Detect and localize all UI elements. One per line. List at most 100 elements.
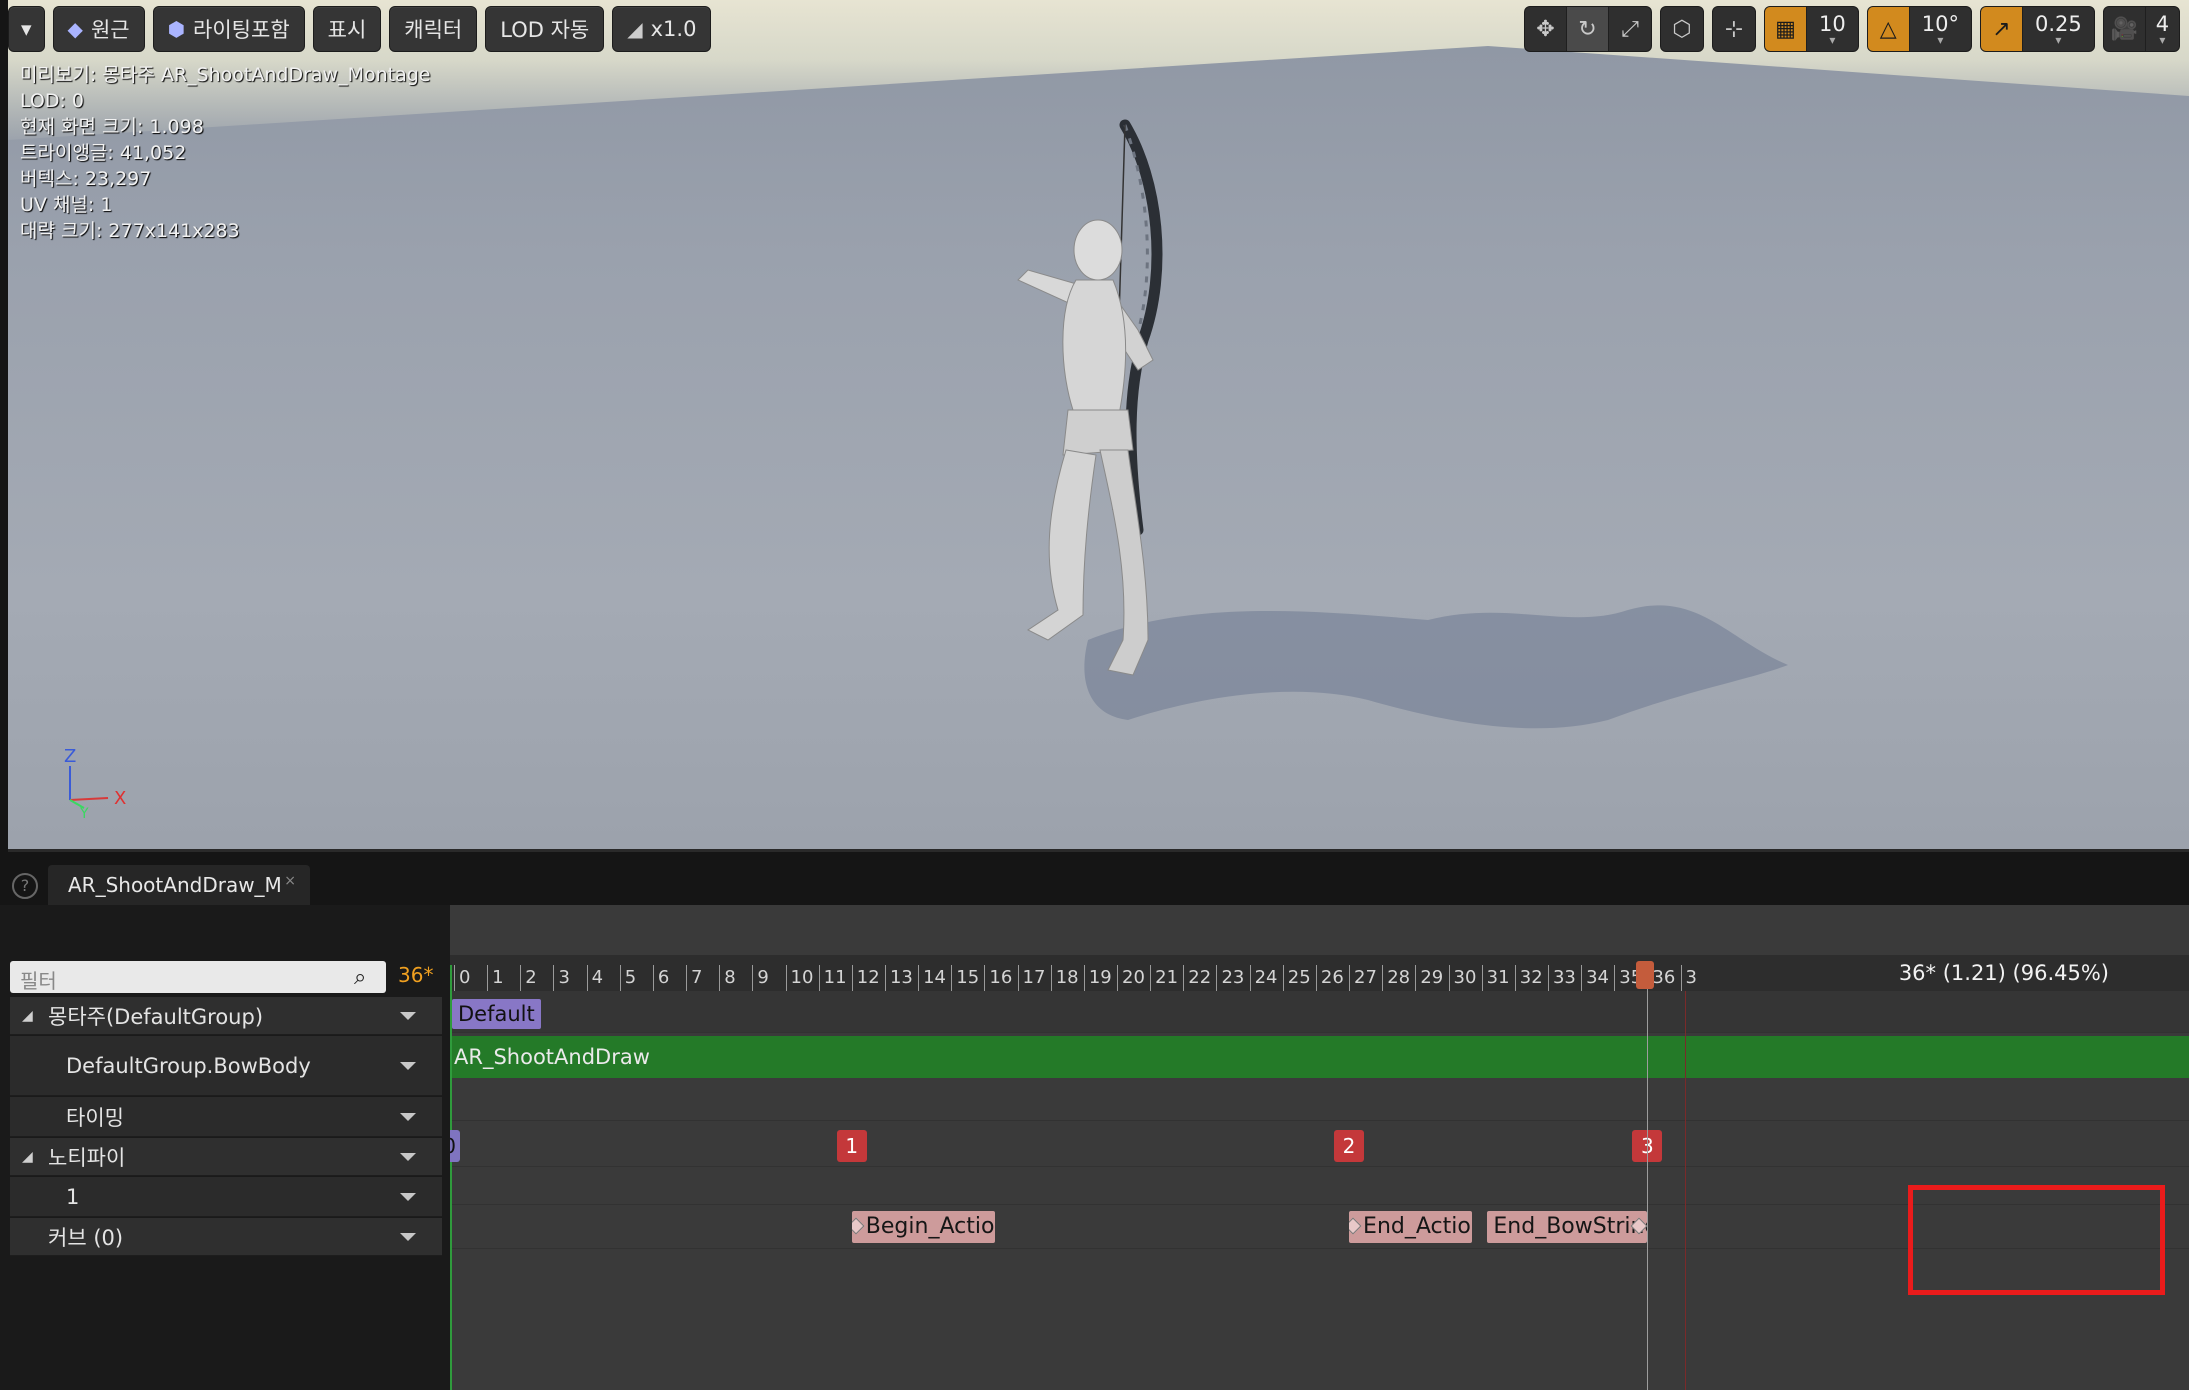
grid-icon[interactable]: ▦ xyxy=(1765,7,1807,51)
track-row-curves[interactable]: 커브 (0) xyxy=(10,1218,442,1256)
timeline-status: 36* (1.21) (96.45%) xyxy=(1894,961,2113,985)
ruler-tick-label: 24 xyxy=(1254,967,1278,988)
track-label: 1 xyxy=(66,1184,80,1209)
timing-marker[interactable]: 2 xyxy=(1334,1130,1365,1162)
ruler-tick xyxy=(652,965,654,991)
ruler-tick xyxy=(951,965,953,991)
close-icon[interactable]: × xyxy=(284,873,296,889)
expand-triangle-icon[interactable]: ◢ xyxy=(22,1149,33,1165)
expand-triangle-icon[interactable]: ◢ xyxy=(22,1008,33,1024)
scale-icon[interactable]: ⤢ xyxy=(1609,7,1651,51)
ruler-tick xyxy=(752,965,754,991)
chevron-down-icon[interactable] xyxy=(400,1152,416,1161)
ruler-tick xyxy=(520,965,522,991)
search-icon[interactable]: ⌕ xyxy=(354,965,382,991)
rotation-snap-icon[interactable]: △ xyxy=(1867,7,1910,51)
rotation-snap-value[interactable]: 10° ▾ xyxy=(1910,7,1971,51)
timing-marker[interactable]: 1 xyxy=(836,1130,867,1162)
anim-segment[interactable]: AR_ShootAndDraw xyxy=(450,1036,2189,1078)
lighting-button[interactable]: ⬢ 라이팅포함 xyxy=(152,6,305,52)
ruler-tick-label: 15 xyxy=(956,967,980,988)
notify-event[interactable]: Begin_Action xyxy=(851,1211,995,1243)
help-icon[interactable]: ? xyxy=(12,873,38,899)
viewport-options-button[interactable]: ▾ xyxy=(8,6,45,52)
playhead-handle[interactable] xyxy=(1636,961,1655,989)
timing-marker[interactable]: 0 xyxy=(450,1130,460,1162)
current-frame-count: 36* xyxy=(398,963,434,987)
rotate-icon[interactable]: ↻ xyxy=(1567,7,1609,51)
world-space-icon[interactable]: ⬡ xyxy=(1661,7,1703,51)
track-label: 타이밍 xyxy=(66,1105,124,1130)
ruler-tick xyxy=(1382,965,1384,991)
track-row-slot[interactable]: DefaultGroup.BowBody xyxy=(10,1036,442,1096)
track-row-montage[interactable]: ◢ 몽타주(DefaultGroup) xyxy=(10,997,442,1035)
axis-z-label: Z xyxy=(64,748,76,767)
stat-vertices: 버텍스: 23,297 xyxy=(20,168,152,190)
show-button[interactable]: 표시 xyxy=(312,6,382,52)
track-row-timing[interactable]: 타이밍 xyxy=(10,1097,442,1137)
notify-diamond-icon[interactable] xyxy=(851,1217,865,1235)
perspective-label: 원근 xyxy=(90,18,130,42)
ruler-tick-label: 25 xyxy=(1287,967,1311,988)
track-row-notify-1[interactable]: 1 xyxy=(10,1177,442,1217)
chevron-down-icon[interactable] xyxy=(400,1192,416,1201)
viewport[interactable]: ▾ ◆ 원근 ⬢ 라이팅포함 표시 캐릭터 LOD 자동 ◢ x1.0 ✥ ↻ … xyxy=(8,0,2189,852)
notify-event[interactable]: End_BowString xyxy=(1487,1211,1648,1243)
ruler-tick xyxy=(984,965,986,991)
ruler-tick-label: 8 xyxy=(724,967,736,988)
viewport-stats: 미리보기: 몽타주 AR_ShootAndDraw_Montage LOD: 0… xyxy=(20,62,430,244)
ruler-tick xyxy=(1349,965,1351,991)
ruler-tick xyxy=(1680,965,1682,991)
stat-triangles: 트라이앵글: 41,052 xyxy=(20,142,187,164)
play-rate-icon: ◢ xyxy=(627,17,643,41)
camera-speed-value[interactable]: 4 ▾ xyxy=(2146,7,2179,51)
notify-label: End_BowString xyxy=(1493,1214,1648,1239)
track-outliner: 필터 ⌕ 36* ◢ 몽타주(DefaultGroup) DefaultGrou… xyxy=(10,905,442,1390)
stat-preview: 미리보기: 몽타주 AR_ShootAndDraw_Montage xyxy=(20,64,431,86)
notify-event[interactable]: End_Action xyxy=(1349,1211,1473,1243)
chevron-down-icon[interactable] xyxy=(400,1112,416,1121)
translate-icon[interactable]: ✥ xyxy=(1525,7,1567,51)
ruler-tick xyxy=(1249,965,1251,991)
scale-snap-icon[interactable]: ↗ xyxy=(1980,7,2023,51)
camera-speed-group: 🎥 4 ▾ xyxy=(2102,6,2181,52)
ruler-tick-label: 3 xyxy=(558,967,570,988)
camera-icon[interactable]: 🎥 xyxy=(2104,7,2146,51)
filter-input[interactable]: 필터 xyxy=(10,961,386,993)
chevron-down-icon[interactable] xyxy=(400,1061,416,1070)
notify-diamond-icon[interactable] xyxy=(1349,1217,1362,1235)
transform-mode-group: ✥ ↻ ⤢ xyxy=(1524,6,1652,52)
ruler-tick xyxy=(1117,965,1118,991)
ruler-tick xyxy=(1547,965,1549,991)
surface-snap-icon[interactable]: ⊹ xyxy=(1713,7,1755,51)
grid-snap-value[interactable]: 10 ▾ xyxy=(1807,7,1858,51)
ruler-tick-label: 10 xyxy=(790,967,814,988)
perspective-button[interactable]: ◆ 원근 xyxy=(52,6,145,52)
ruler-tick-label: 26 xyxy=(1320,967,1344,988)
ruler-tick-label: 21 xyxy=(1155,967,1179,988)
axis-x-label: X xyxy=(114,788,126,809)
highlight-box xyxy=(1908,1185,2165,1295)
character-mannequin[interactable] xyxy=(988,110,1448,730)
ruler-tick xyxy=(619,965,621,991)
start-line xyxy=(450,965,452,1390)
ruler-tick-label: 2 xyxy=(525,967,537,988)
section-chip-default[interactable]: Default xyxy=(452,999,541,1029)
track-label: 커브 (0) xyxy=(48,1225,124,1250)
chevron-down-icon[interactable] xyxy=(400,1232,416,1241)
axis-y-label: Y xyxy=(79,806,89,818)
ruler-tick-label: 22 xyxy=(1188,967,1212,988)
ruler-tick-label: 30 xyxy=(1453,967,1477,988)
chevron-down-icon[interactable] xyxy=(400,1011,416,1020)
tab-bar: ? AR_ShootAndDraw_M × xyxy=(0,855,2189,905)
ruler-tick xyxy=(487,965,489,991)
viewport-toolbar-right: ✥ ↻ ⤢ ⬡ ⊹ ▦ 10 ▾ △ 10° ▾ ↗ 0.25 ▾ 🎥 4 ▾ xyxy=(1524,6,2181,52)
tab-montage[interactable]: AR_ShootAndDraw_M × xyxy=(48,865,310,905)
timeline-area[interactable]: 0 1 2 3 4 5 6 7 8 9 10 11 12 13 14 15 16 17 18 19 20 21 22 23 24… xyxy=(450,905,2189,1390)
character-button[interactable]: 캐릭터 xyxy=(389,6,478,52)
ruler-tick xyxy=(719,965,721,991)
lod-button[interactable]: LOD 자동 xyxy=(485,6,605,52)
scale-snap-value[interactable]: 0.25 ▾ xyxy=(2023,7,2094,51)
track-row-notifies[interactable]: ◢ 노티파이 xyxy=(10,1138,442,1176)
play-rate-button[interactable]: ◢ x1.0 xyxy=(612,6,712,52)
